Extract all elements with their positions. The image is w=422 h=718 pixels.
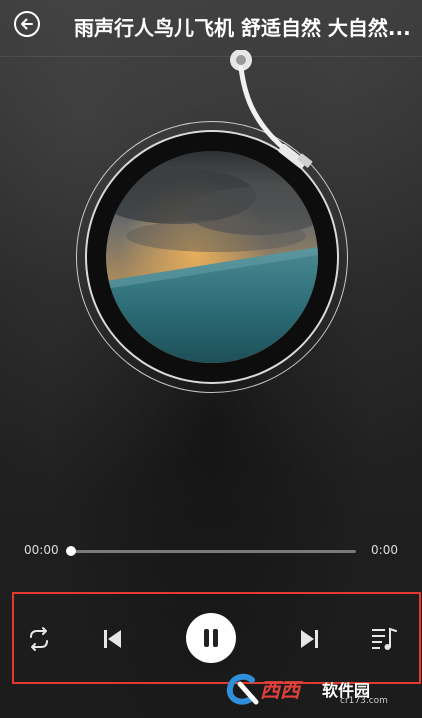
seek-thumb[interactable] <box>66 546 76 556</box>
previous-icon[interactable] <box>101 628 123 650</box>
pause-icon-bar <box>213 629 218 647</box>
progress-bar: 00:00 0:00 <box>0 538 422 564</box>
seek-track[interactable] <box>70 550 356 553</box>
tonearm <box>230 50 313 169</box>
song-title: 雨声行人鸟儿飞机 舒适自然 大自然... <box>74 16 411 40</box>
current-time: 00:00 <box>24 543 59 557</box>
back-arrow-icon <box>21 18 33 30</box>
next-icon[interactable] <box>299 628 321 650</box>
top-bar: 雨声行人鸟儿飞机 舒适自然 大自然... <box>0 0 422 52</box>
watermark-logo: 西西 软件园 cr173.com <box>222 670 402 710</box>
pause-button[interactable] <box>186 613 236 663</box>
pause-icon <box>204 629 209 647</box>
watermark-icon <box>226 673 259 705</box>
playlist-icon[interactable] <box>371 625 399 653</box>
watermark-brand-red: 西西 <box>260 678 300 702</box>
header-divider <box>0 56 422 57</box>
total-time: 0:00 <box>371 543 398 557</box>
back-button[interactable] <box>14 11 40 37</box>
watermark-domain: cr173.com <box>340 696 388 706</box>
repeat-icon[interactable] <box>25 625 53 653</box>
